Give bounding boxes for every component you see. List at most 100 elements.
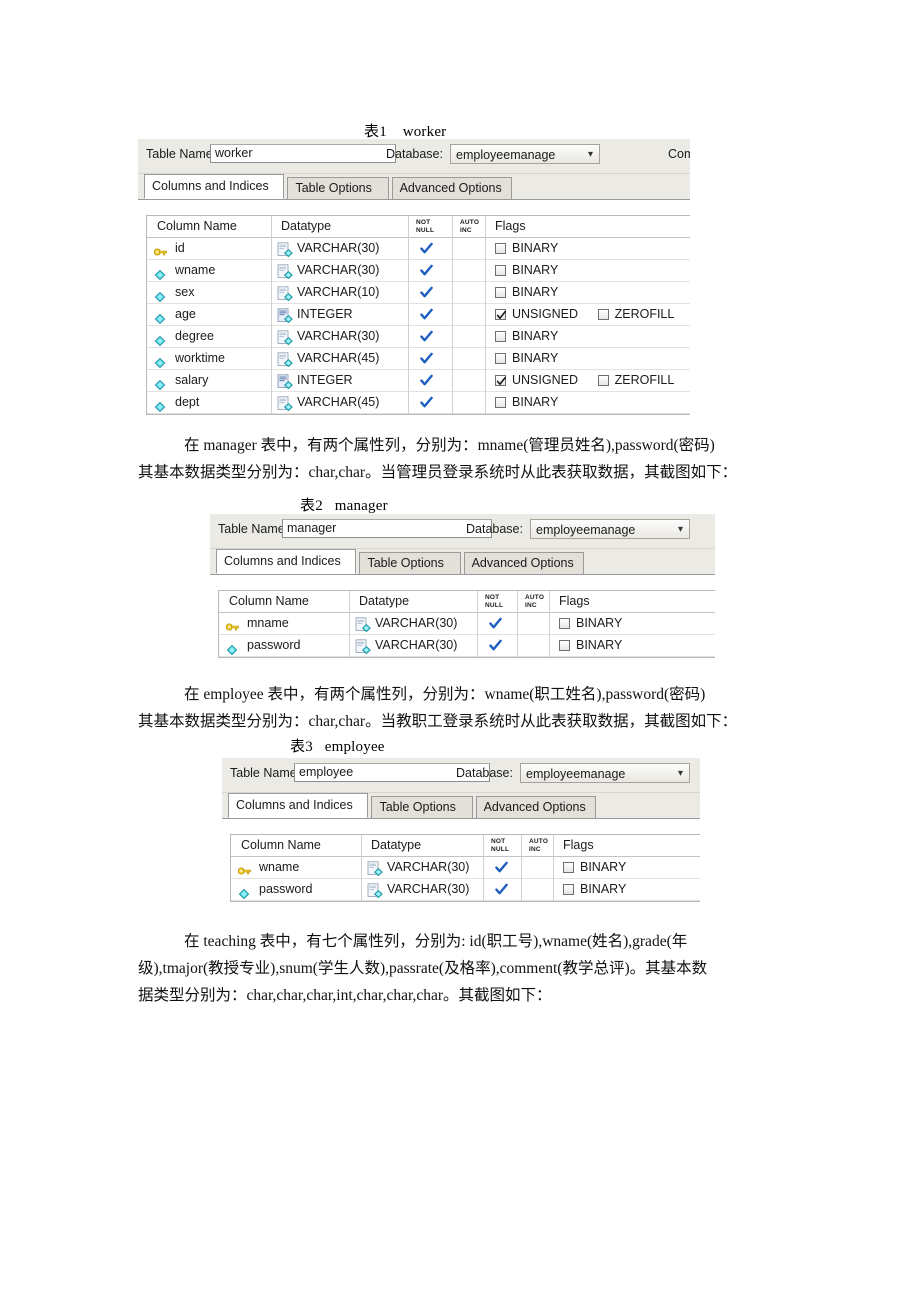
table-row[interactable]: wname VARCHAR(30) BINARY [147,260,690,282]
paragraph-manager: 在 manager 表中，有两个属性列，分别为：mname(管理员姓名),pas… [138,432,803,486]
tab-columns-and-indices[interactable]: Columns and Indices [228,793,369,818]
grid-header-column-name: Column Name [229,594,309,608]
not-null-check-icon[interactable] [489,617,502,630]
table-row[interactable]: salary INTEGER UNSIGNED ZEROFILL [147,370,690,392]
not-null-check-icon[interactable] [420,396,433,409]
tab-columns-and-indices[interactable]: Columns and Indices [216,549,357,574]
table-name-input[interactable] [282,519,492,538]
datatype-value: VARCHAR(30) [375,616,458,630]
flag-checkbox-binary[interactable] [495,243,506,254]
paragraph-employee-line1: 在 employee 表中，有两个属性列，分别为：wname(职工姓名),pas… [184,686,706,703]
flag-label-zerofill: ZEROFILL [614,373,675,387]
flag-checkbox-binary[interactable] [495,353,506,364]
panel-toolbar-employee: Table Name: Database: employeemanage ▾ [222,758,700,793]
not-null-check-icon[interactable] [420,242,433,255]
tab-advanced-options[interactable]: Advanced Options [475,796,597,818]
database-select[interactable]: employeemanage ▾ [530,519,690,539]
not-null-check-icon[interactable] [495,861,508,874]
key-icon [225,613,241,635]
tab-table-options[interactable]: Table Options [359,552,461,574]
flag-checkbox-binary[interactable] [495,331,506,342]
not-null-check-icon[interactable] [420,374,433,387]
table-row[interactable]: degree VARCHAR(30) BINARY [147,326,690,348]
flag-checkbox-binary[interactable] [559,618,570,629]
tab-advanced-options[interactable]: Advanced Options [463,552,585,574]
chevron-down-icon: ▾ [677,768,683,779]
flag-checkbox-binary[interactable] [563,862,574,873]
flag-checkbox-binary[interactable] [495,265,506,276]
char-type-icon [277,282,293,304]
flag-label-unsigned: UNSIGNED [512,307,578,321]
column-name-value: password [259,882,313,896]
flag-label-binary: BINARY [512,329,559,343]
table-name-label: Table Name: [218,522,289,536]
flag-checkbox-binary[interactable] [495,397,506,408]
tab-columns-and-indices[interactable]: Columns and Indices [144,174,285,199]
flag-checkbox-binary[interactable] [559,640,570,651]
table-row[interactable]: age INTEGER UNSIGNED ZEROFILL [147,304,690,326]
table-caption-3: 表3 employee [290,739,385,755]
diamond-icon [153,370,169,392]
grid-header-datatype: Datatype [359,594,410,608]
table-name-input[interactable] [210,144,396,163]
table-caption-2: 表2 manager [300,498,388,514]
table-row[interactable]: password VARCHAR(30) BINARY [231,879,700,901]
column-name-value: worktime [175,351,226,365]
datatype-value: VARCHAR(45) [297,395,380,409]
not-null-check-icon[interactable] [420,330,433,343]
paragraph-manager-line2: 其基本数据类型分别为：char,char。当管理员登录系统时从此表获取数据，其截… [138,464,738,481]
tab-advanced-options[interactable]: Advanced Options [391,177,513,199]
not-null-check-icon[interactable] [420,264,433,277]
flag-label-binary: BINARY [576,638,623,652]
not-null-check-icon[interactable] [495,883,508,896]
panel-toolbar-worker: Table Name: Database: employeemanage ▾ Com [138,139,690,174]
flag-checkbox-zerofill[interactable] [597,309,609,320]
flag-label-binary: BINARY [512,351,559,365]
database-label: Database: [456,766,513,780]
grid-header-column-name: Column Name [157,219,237,233]
grid-header-column-name: Column Name [241,838,321,852]
int-type-icon [277,370,293,392]
column-name-value: salary [175,373,209,387]
grid-header-flags: Flags [559,594,590,608]
datatype-value: VARCHAR(30) [387,882,470,896]
flag-checkbox-unsigned[interactable] [495,309,506,320]
panel-tabbar-employee: Columns and Indices Table Options Advanced… [222,793,700,819]
flag-checkbox-binary[interactable] [495,287,506,298]
int-type-icon [277,304,293,326]
columns-grid-manager: Column Name Datatype NOT NULL AUTO INC Flags mn… [218,590,715,658]
database-select[interactable]: employeemanage ▾ [520,763,690,783]
flag-label-zerofill: ZEROFILL [614,307,675,321]
table-row[interactable]: sex VARCHAR(10) BINARY [147,282,690,304]
table-row[interactable]: mname VARCHAR(30) BINARY [219,613,715,635]
flag-label-binary: BINARY [512,241,559,255]
tab-table-options[interactable]: Table Options [371,796,473,818]
table-row[interactable]: password VARCHAR(30) BINARY [219,635,715,657]
diamond-icon [153,392,169,414]
table-row[interactable]: dept VARCHAR(45) BINARY [147,392,690,414]
paragraph-employee-line2: 其基本数据类型分别为：char,char。当教职工登录系统时从此表获取数据，其截… [138,713,738,730]
paragraph-teaching-line1: 在 teaching 表中，有七个属性列，分别为: id(职工号),wname(… [184,933,688,950]
database-select[interactable]: employeemanage ▾ [450,144,600,164]
not-null-check-icon[interactable] [489,639,502,652]
column-name-value: id [175,241,185,255]
comment-label-truncated: Com [668,147,690,161]
grid-header-row: Column Name Datatype NOT NULL AUTO INC Flags [231,835,700,857]
document-page: 表1 worker Table Name: Database: employeema… [0,0,920,1302]
flag-checkbox-zerofill[interactable] [597,375,609,386]
flag-label-binary: BINARY [580,860,627,874]
grid-header-auto-inc: AUTO INC [529,838,549,853]
panel-tabbar-worker: Columns and Indices Table Options Advanced… [138,174,690,200]
tab-table-options[interactable]: Table Options [287,177,389,199]
table-row[interactable]: wname VARCHAR(30) BINARY [231,857,700,879]
flag-checkbox-binary[interactable] [563,884,574,895]
table-row[interactable]: worktime VARCHAR(45) BINARY [147,348,690,370]
not-null-check-icon[interactable] [420,286,433,299]
not-null-check-icon[interactable] [420,308,433,321]
flag-checkbox-unsigned[interactable] [495,375,506,386]
char-type-icon [355,635,371,657]
table-editor-panel-employee: Table Name: Database: employeemanage ▾ Colum… [222,758,700,911]
table-row[interactable]: id VARCHAR(30) BINARY [147,238,690,260]
not-null-check-icon[interactable] [420,352,433,365]
grid-header-not-null: NOT NULL [491,838,510,853]
